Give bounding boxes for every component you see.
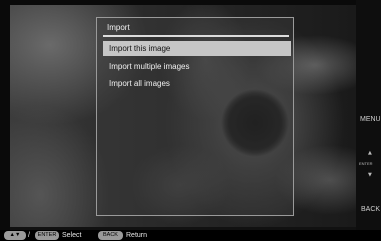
import-dialog: Import Import this image Import multiple… [96, 17, 294, 216]
menu-item-import-all-images[interactable]: Import all images [103, 76, 291, 91]
photo-frame-screen: MENU ▲ ENTER ▼ BACK Import Import this i… [0, 0, 381, 241]
back-button-label[interactable]: BACK [361, 206, 380, 213]
enter-button-label[interactable]: ENTER [359, 161, 373, 166]
nav-up-icon[interactable]: ▲ [368, 150, 372, 156]
select-hint: Select [62, 232, 82, 239]
up-down-arrows-icon: ▲▼ [4, 231, 26, 240]
menu-item-import-this-image[interactable]: Import this image [103, 41, 291, 56]
frame-edge-top [0, 0, 381, 5]
guide-bar: ▲▼ / ENTER Select BACK Return [0, 230, 381, 241]
guide-separator: / [28, 232, 30, 239]
menu-item-import-multiple-images[interactable]: Import multiple images [103, 59, 291, 74]
return-hint: Return [126, 232, 148, 239]
back-key-badge: BACK [98, 231, 123, 240]
frame-edge-left [0, 0, 10, 230]
menu-button-label[interactable]: MENU [360, 116, 381, 123]
enter-key-badge: ENTER [35, 231, 59, 240]
dialog-title: Import [107, 23, 130, 32]
title-divider [103, 35, 289, 37]
nav-down-icon[interactable]: ▼ [368, 172, 372, 178]
frame-edge-right [356, 0, 381, 230]
